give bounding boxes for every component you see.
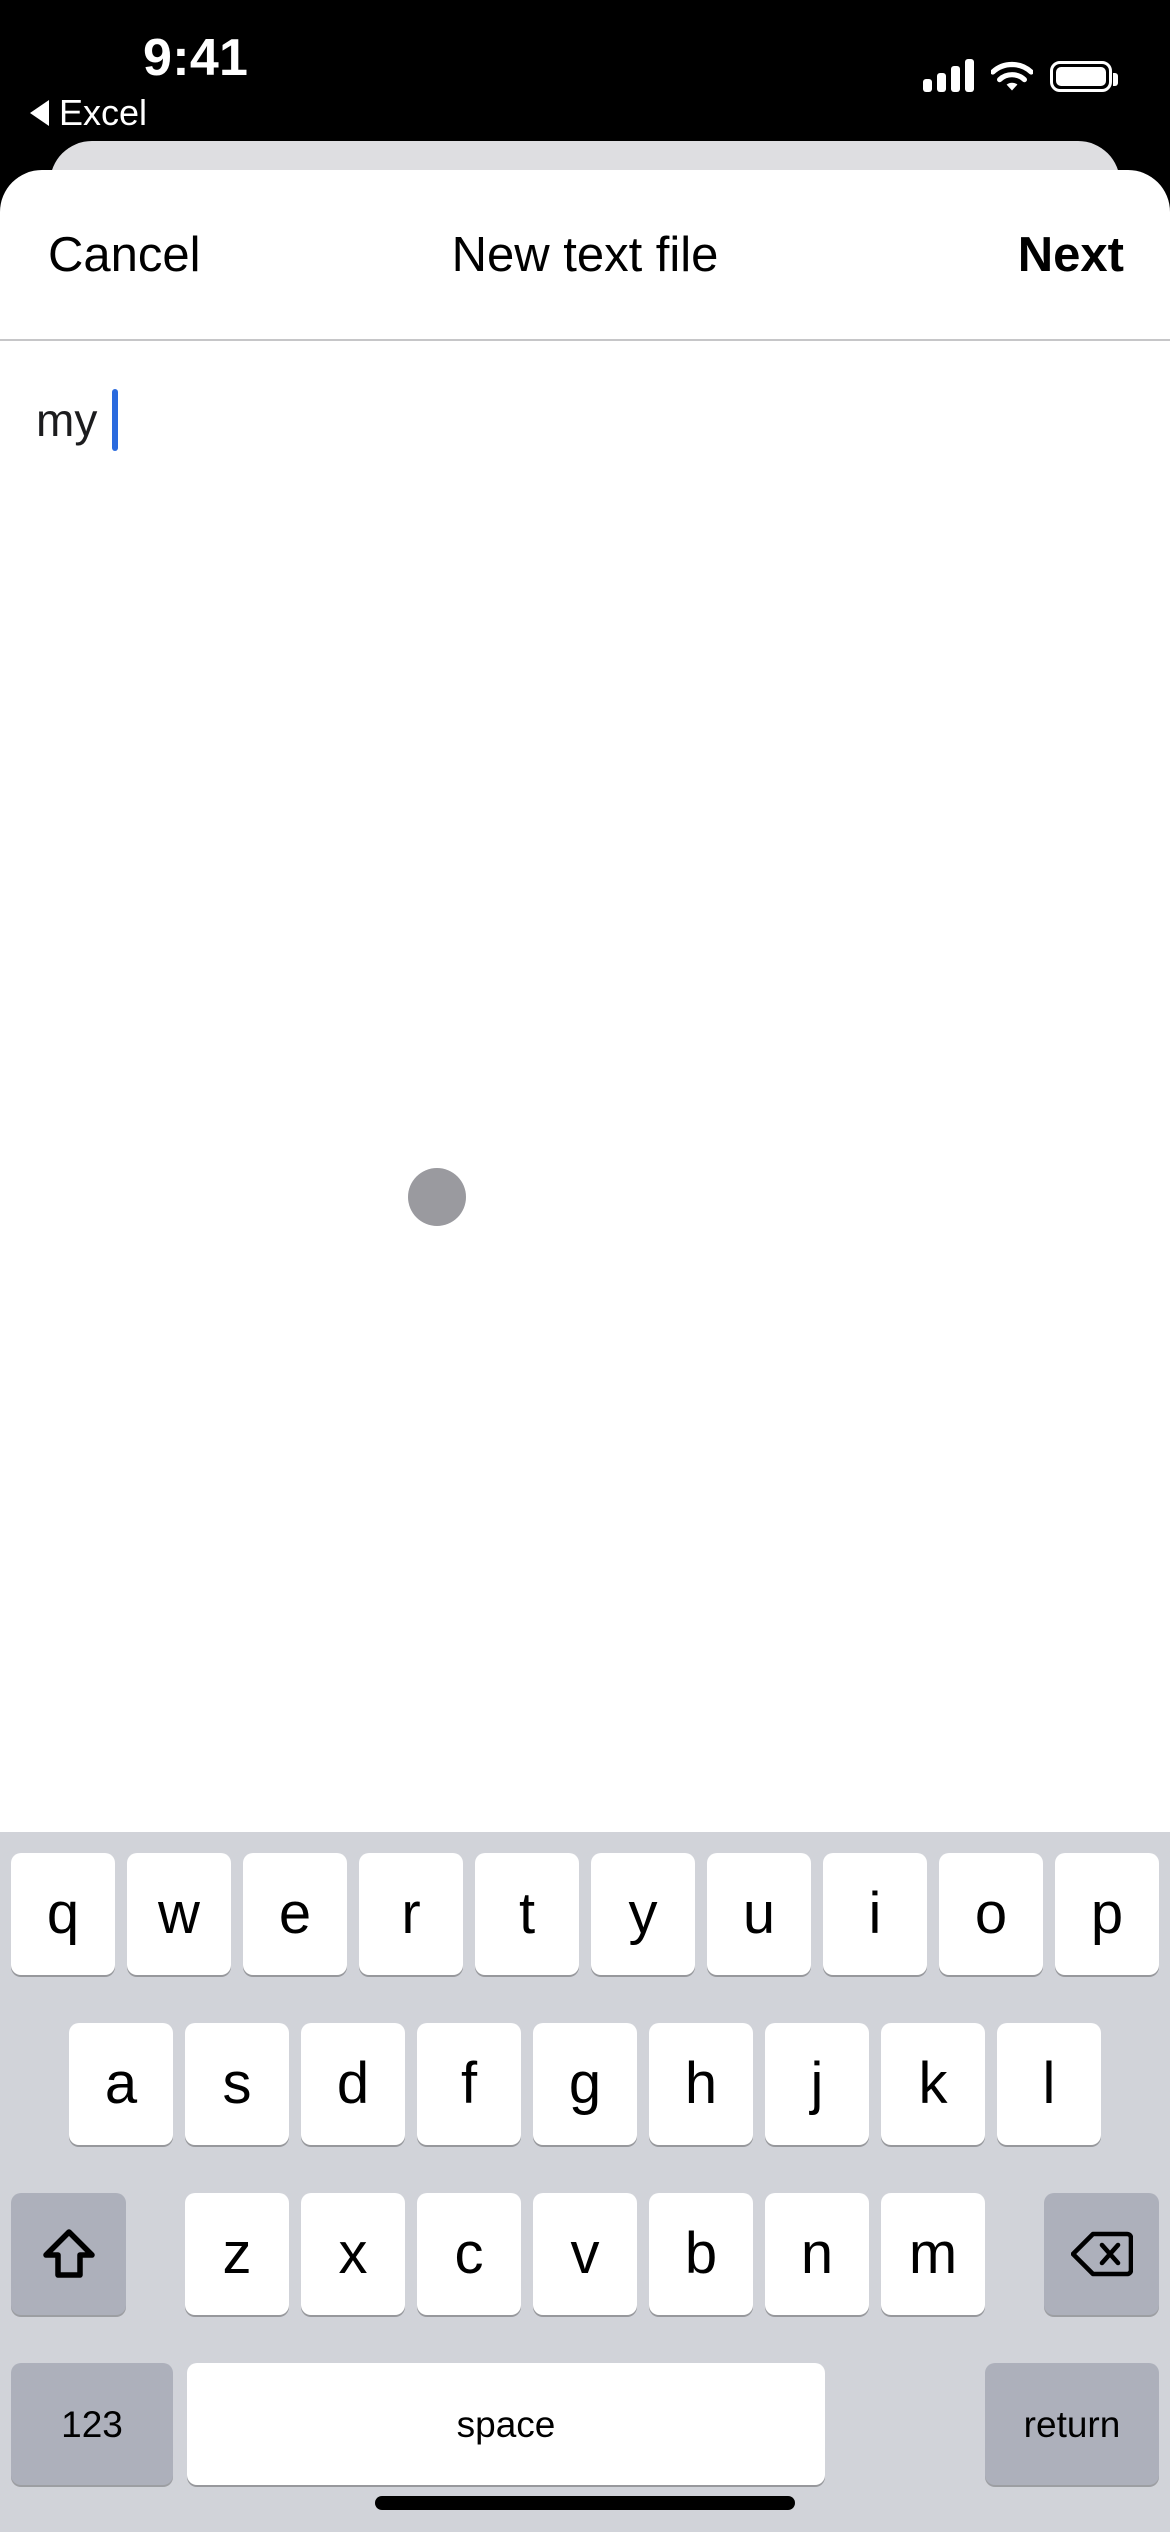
- shift-key[interactable]: [11, 2193, 126, 2315]
- key-k[interactable]: k: [881, 2023, 985, 2145]
- text-cursor: [112, 389, 119, 451]
- backspace-key[interactable]: [1044, 2193, 1159, 2315]
- keyboard-row-2: asdfghjkl: [0, 2023, 1170, 2145]
- sheet-navigation-bar: Cancel New text file Next: [0, 170, 1170, 341]
- key-y[interactable]: y: [591, 1853, 695, 1975]
- touch-dot: [408, 1168, 466, 1226]
- keyboard-row-1: qwertyuiop: [0, 1853, 1170, 1975]
- cancel-button[interactable]: Cancel: [48, 227, 201, 283]
- space-key[interactable]: space: [187, 2363, 825, 2485]
- keyboard-row-4: 123 space return: [0, 2363, 1170, 2485]
- key-m[interactable]: m: [881, 2193, 985, 2315]
- cellular-signal-icon: [923, 58, 974, 92]
- shift-arrow-up-icon: [42, 2229, 95, 2278]
- key-w[interactable]: w: [127, 1853, 231, 1975]
- numbers-key[interactable]: 123: [11, 2363, 173, 2485]
- key-s[interactable]: s: [185, 2023, 289, 2145]
- key-o[interactable]: o: [939, 1853, 1043, 1975]
- filename-input[interactable]: my: [36, 388, 110, 452]
- key-q[interactable]: q: [11, 1853, 115, 1975]
- key-g[interactable]: g: [533, 2023, 637, 2145]
- key-n[interactable]: n: [765, 2193, 869, 2315]
- left-triangle-icon: [30, 100, 49, 126]
- status-bar-time: 9:41: [143, 29, 249, 87]
- key-x[interactable]: x: [301, 2193, 405, 2315]
- iphone-screen: 9:41 Excel Cancel New text file Next my …: [0, 0, 1170, 2532]
- page-title: New text file: [451, 227, 719, 282]
- key-r[interactable]: r: [359, 1853, 463, 1975]
- text-editor-area[interactable]: my: [0, 341, 1170, 1832]
- back-to-app-label: Excel: [59, 92, 148, 133]
- key-p[interactable]: p: [1055, 1853, 1159, 1975]
- wifi-icon: [990, 60, 1034, 92]
- key-i[interactable]: i: [823, 1853, 927, 1975]
- key-a[interactable]: a: [69, 2023, 173, 2145]
- key-j[interactable]: j: [765, 2023, 869, 2145]
- editor-first-line: my: [36, 388, 119, 452]
- key-e[interactable]: e: [243, 1853, 347, 1975]
- return-key[interactable]: return: [985, 2363, 1159, 2485]
- new-text-file-sheet: Cancel New text file Next my qwertyuiop …: [0, 170, 1170, 2532]
- next-button[interactable]: Next: [1018, 227, 1124, 283]
- key-c[interactable]: c: [417, 2193, 521, 2315]
- software-keyboard: qwertyuiop asdfghjkl zxcvbnm 123 s p ace r…: [0, 1832, 1170, 2532]
- key-h[interactable]: h: [649, 2023, 753, 2145]
- key-u[interactable]: u: [707, 1853, 811, 1975]
- key-l[interactable]: l: [997, 2023, 1101, 2145]
- key-z[interactable]: z: [185, 2193, 289, 2315]
- battery-full-icon: [1050, 61, 1118, 92]
- keyboard-row-3: zxcvbnm: [0, 2193, 1170, 2315]
- status-bar-indicators: [923, 48, 1118, 92]
- back-to-excel-button[interactable]: Excel: [30, 92, 147, 134]
- home-indicator[interactable]: [375, 2496, 795, 2510]
- backspace-delete-icon: [1070, 2231, 1133, 2277]
- key-t[interactable]: t: [475, 1853, 579, 1975]
- key-f[interactable]: f: [417, 2023, 521, 2145]
- key-v[interactable]: v: [533, 2193, 637, 2315]
- key-b[interactable]: b: [649, 2193, 753, 2315]
- key-d[interactable]: d: [301, 2023, 405, 2145]
